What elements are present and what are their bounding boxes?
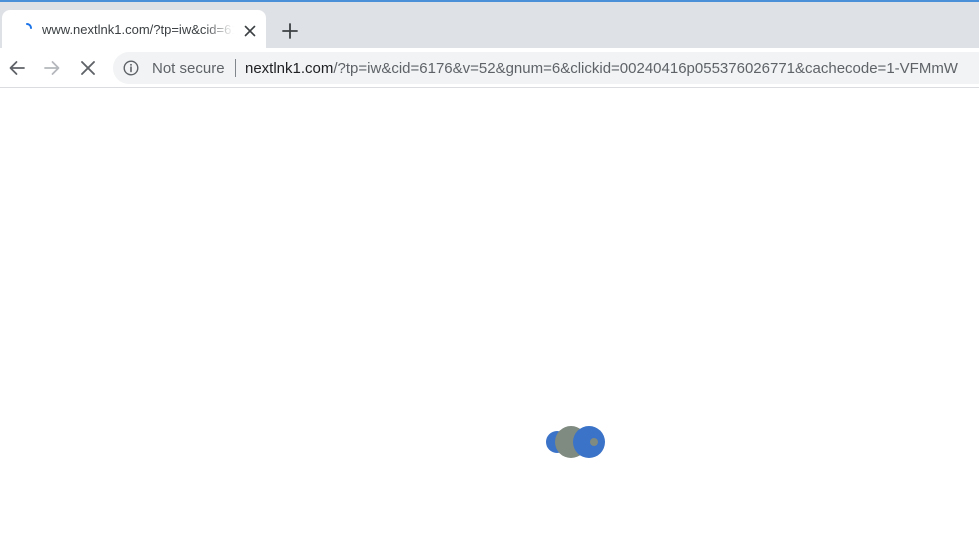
close-icon[interactable]	[242, 23, 258, 39]
tab-strip: www.nextlnk1.com/?tp=iw&cid=6176&v=52	[0, 0, 979, 50]
browser-window: www.nextlnk1.com/?tp=iw&cid=6176&v=52 No…	[0, 0, 979, 536]
info-circle-icon[interactable]	[123, 60, 139, 76]
tab-title: www.nextlnk1.com/?tp=iw&cid=6176&v=52	[42, 22, 234, 37]
arrow-left-icon[interactable]	[7, 58, 27, 78]
url-text[interactable]: nextlnk1.com/?tp=iw&cid=6176&v=52&gnum=6…	[245, 60, 958, 77]
url-host: nextlnk1.com	[245, 60, 334, 77]
url-path: /?tp=iw&cid=6176&v=52&gnum=6&clickid=002…	[333, 60, 958, 77]
address-bar[interactable]: Not secure nextlnk1.com/?tp=iw&cid=6176&…	[113, 52, 979, 84]
toolbar: Not secure nextlnk1.com/?tp=iw&cid=6176&…	[0, 48, 979, 88]
security-status-label[interactable]: Not secure	[152, 60, 225, 77]
divider	[235, 59, 236, 77]
tab-active[interactable]: www.nextlnk1.com/?tp=iw&cid=6176&v=52	[2, 10, 266, 50]
plus-icon[interactable]	[280, 21, 300, 41]
page-content	[0, 88, 979, 536]
loading-dots-icon	[546, 426, 605, 458]
arrow-right-icon[interactable]	[42, 58, 62, 78]
close-x-icon[interactable]	[78, 58, 98, 78]
loading-spinner-icon	[26, 23, 32, 29]
